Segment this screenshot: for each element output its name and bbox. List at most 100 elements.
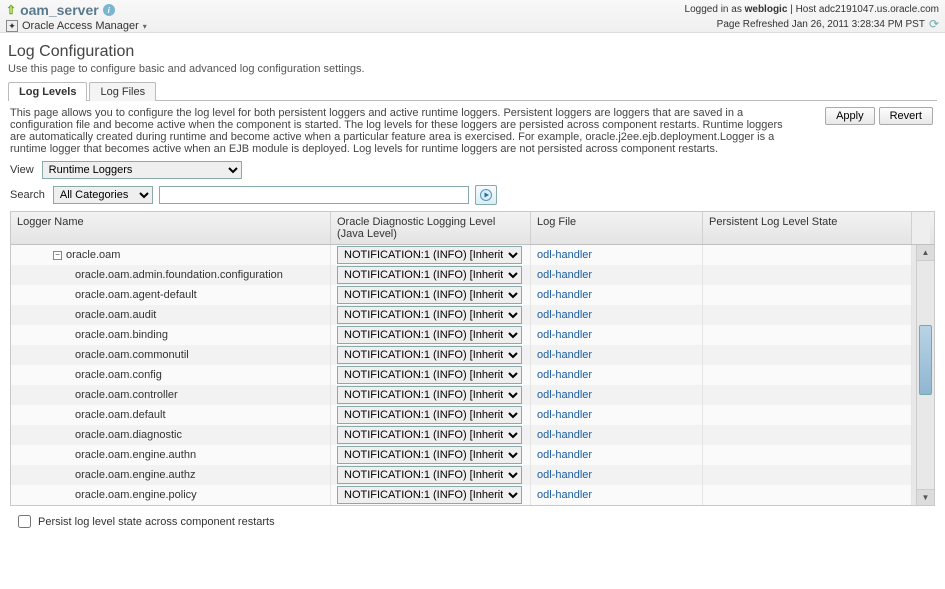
page-title: Log Configuration (8, 43, 937, 61)
log-file-link[interactable]: odl-handler (537, 389, 592, 401)
log-level-select[interactable]: NOTIFICATION:1 (INFO) [Inherit (337, 446, 522, 464)
grid-body: −oracle.oamNOTIFICATION:1 (INFO) [Inheri… (11, 245, 934, 505)
logger-name: oracle.oam.binding (75, 329, 168, 341)
log-level-select[interactable]: NOTIFICATION:1 (INFO) [Inherit (337, 486, 522, 504)
explain-text: This page allows you to configure the lo… (10, 107, 935, 155)
view-select[interactable]: Runtime Loggers (42, 161, 242, 179)
table-row[interactable]: oracle.oam.default NOTIFICATION:1 (INFO) … (11, 405, 934, 425)
login-info: Logged in as weblogic | Host adc2191047.… (685, 4, 939, 15)
log-file-link[interactable]: odl-handler (537, 489, 592, 501)
scroll-up-icon[interactable]: ▲ (917, 245, 934, 261)
log-file-link[interactable]: odl-handler (537, 429, 592, 441)
persist-state-cell (703, 365, 912, 385)
view-label: View (10, 164, 34, 176)
table-row[interactable]: oracle.oam.engine.authz NOTIFICATION:1 (I… (11, 465, 934, 485)
grid-header: Logger Name Oracle Diagnostic Logging Le… (11, 212, 934, 245)
search-go-button[interactable] (475, 185, 497, 205)
scroll-down-icon[interactable]: ▼ (917, 489, 934, 505)
persist-state-cell (703, 405, 912, 425)
table-row[interactable]: −oracle.oamNOTIFICATION:1 (INFO) [Inheri… (11, 245, 934, 265)
persist-state-cell (703, 325, 912, 345)
log-level-select[interactable]: NOTIFICATION:1 (INFO) [Inherit (337, 246, 522, 264)
log-file-link[interactable]: odl-handler (537, 369, 592, 381)
log-file-link[interactable]: odl-handler (537, 249, 592, 261)
log-file-link[interactable]: odl-handler (537, 309, 592, 321)
logger-name: oracle.oam.admin.foundation.configuratio… (75, 269, 283, 281)
revert-button[interactable]: Revert (879, 107, 933, 125)
table-row[interactable]: oracle.oam.engine.policy NOTIFICATION:1 (… (11, 485, 934, 505)
refresh-icon[interactable]: ⟳ (929, 17, 939, 31)
chevron-down-icon[interactable]: ▾ (143, 22, 147, 31)
logger-name: oracle.oam.engine.policy (75, 489, 197, 501)
table-row[interactable]: oracle.oam.binding NOTIFICATION:1 (INFO) … (11, 325, 934, 345)
tab-log-levels[interactable]: Log Levels (8, 82, 87, 101)
logger-name: oracle.oam.audit (75, 309, 156, 321)
log-file-link[interactable]: odl-handler (537, 329, 592, 341)
persist-state-cell (703, 465, 912, 485)
log-level-select[interactable]: NOTIFICATION:1 (INFO) [Inherit (337, 266, 522, 284)
col-log-file[interactable]: Log File (531, 212, 703, 244)
tree-collapse-icon[interactable]: − (53, 251, 62, 260)
table-row[interactable]: oracle.oam.config NOTIFICATION:1 (INFO) [… (11, 365, 934, 385)
table-row[interactable]: oracle.oam.controller NOTIFICATION:1 (INF… (11, 385, 934, 405)
col-persist-state[interactable]: Persistent Log Level State (703, 212, 912, 244)
persist-state-cell (703, 305, 912, 325)
logger-name: oracle.oam.diagnostic (75, 429, 182, 441)
log-level-select[interactable]: NOTIFICATION:1 (INFO) [Inherit (337, 466, 522, 484)
log-file-link[interactable]: odl-handler (537, 409, 592, 421)
col-logger-name[interactable]: Logger Name (11, 212, 331, 244)
table-row[interactable]: oracle.oam.agent-default NOTIFICATION:1 (… (11, 285, 934, 305)
search-input[interactable] (159, 186, 469, 204)
logger-name: oracle.oam.engine.authz (75, 469, 195, 481)
persist-state-cell (703, 385, 912, 405)
logger-name: oracle.oam.commonutil (75, 349, 189, 361)
log-level-select[interactable]: NOTIFICATION:1 (INFO) [Inherit (337, 306, 522, 324)
log-file-link[interactable]: odl-handler (537, 469, 592, 481)
tab-log-files[interactable]: Log Files (89, 82, 156, 101)
log-file-link[interactable]: odl-handler (537, 349, 592, 361)
col-log-level[interactable]: Oracle Diagnostic Logging Level (Java Le… (331, 212, 531, 244)
nav-expand-icon[interactable]: ✦ (6, 20, 18, 32)
log-level-select[interactable]: NOTIFICATION:1 (INFO) [Inherit (337, 386, 522, 404)
play-icon (480, 189, 492, 201)
persist-state-cell (703, 425, 912, 445)
scroll-thumb[interactable] (919, 325, 932, 395)
log-level-select[interactable]: NOTIFICATION:1 (INFO) [Inherit (337, 286, 522, 304)
persist-state-cell (703, 445, 912, 465)
search-label: Search (10, 189, 45, 201)
table-row[interactable]: oracle.oam.engine.authnNOTIFICATION:1 (I… (11, 445, 934, 465)
log-file-link[interactable]: odl-handler (537, 269, 592, 281)
log-level-select[interactable]: NOTIFICATION:1 (INFO) [Inherit (337, 406, 522, 424)
logger-name: oracle.oam.config (75, 369, 162, 381)
refresh-time: Page Refreshed Jan 26, 2011 3:28:34 PM P… (717, 19, 925, 30)
persist-state-cell (703, 485, 912, 505)
table-row[interactable]: oracle.oam.admin.foundation.configuratio… (11, 265, 934, 285)
persist-state-cell (703, 285, 912, 305)
persist-state-cell (703, 345, 912, 365)
log-level-select[interactable]: NOTIFICATION:1 (INFO) [Inherit (337, 346, 522, 364)
apply-button[interactable]: Apply (825, 107, 875, 125)
persist-label: Persist log level state across component… (38, 516, 275, 528)
persist-checkbox[interactable] (18, 515, 31, 528)
log-file-link[interactable]: odl-handler (537, 289, 592, 301)
persist-state-cell (703, 245, 912, 265)
host-value: adc2191047.us.oracle.com (819, 4, 939, 15)
loggers-grid: Logger Name Oracle Diagnostic Logging Le… (10, 211, 935, 506)
logger-name: oracle.oam.controller (75, 389, 178, 401)
table-row[interactable]: oracle.oam.diagnostic NOTIFICATION:1 (INF… (11, 425, 934, 445)
log-level-select[interactable]: NOTIFICATION:1 (INFO) [Inherit (337, 426, 522, 444)
log-file-link[interactable]: odl-handler (537, 449, 592, 461)
header-bar: ⇧ oam_server i ✦ Oracle Access Manager ▾… (0, 0, 945, 33)
logger-name: oracle.oam.default (75, 409, 166, 421)
logger-name: oracle.oam.agent-default (75, 289, 197, 301)
table-row[interactable]: oracle.oam.commonutil NOTIFICATION:1 (INF… (11, 345, 934, 365)
table-row[interactable]: oracle.oam.audit NOTIFICATION:1 (INFO) [I… (11, 305, 934, 325)
log-level-select[interactable]: NOTIFICATION:1 (INFO) [Inherit (337, 326, 522, 344)
login-user: weblogic (745, 4, 788, 15)
breadcrumb[interactable]: Oracle Access Manager (22, 20, 139, 32)
scrollbar[interactable]: ▲ ▼ (916, 245, 934, 505)
log-level-select[interactable]: NOTIFICATION:1 (INFO) [Inherit (337, 366, 522, 384)
search-category-select[interactable]: All Categories (53, 186, 153, 204)
info-icon[interactable]: i (103, 4, 115, 16)
server-name: oam_server (20, 2, 99, 18)
